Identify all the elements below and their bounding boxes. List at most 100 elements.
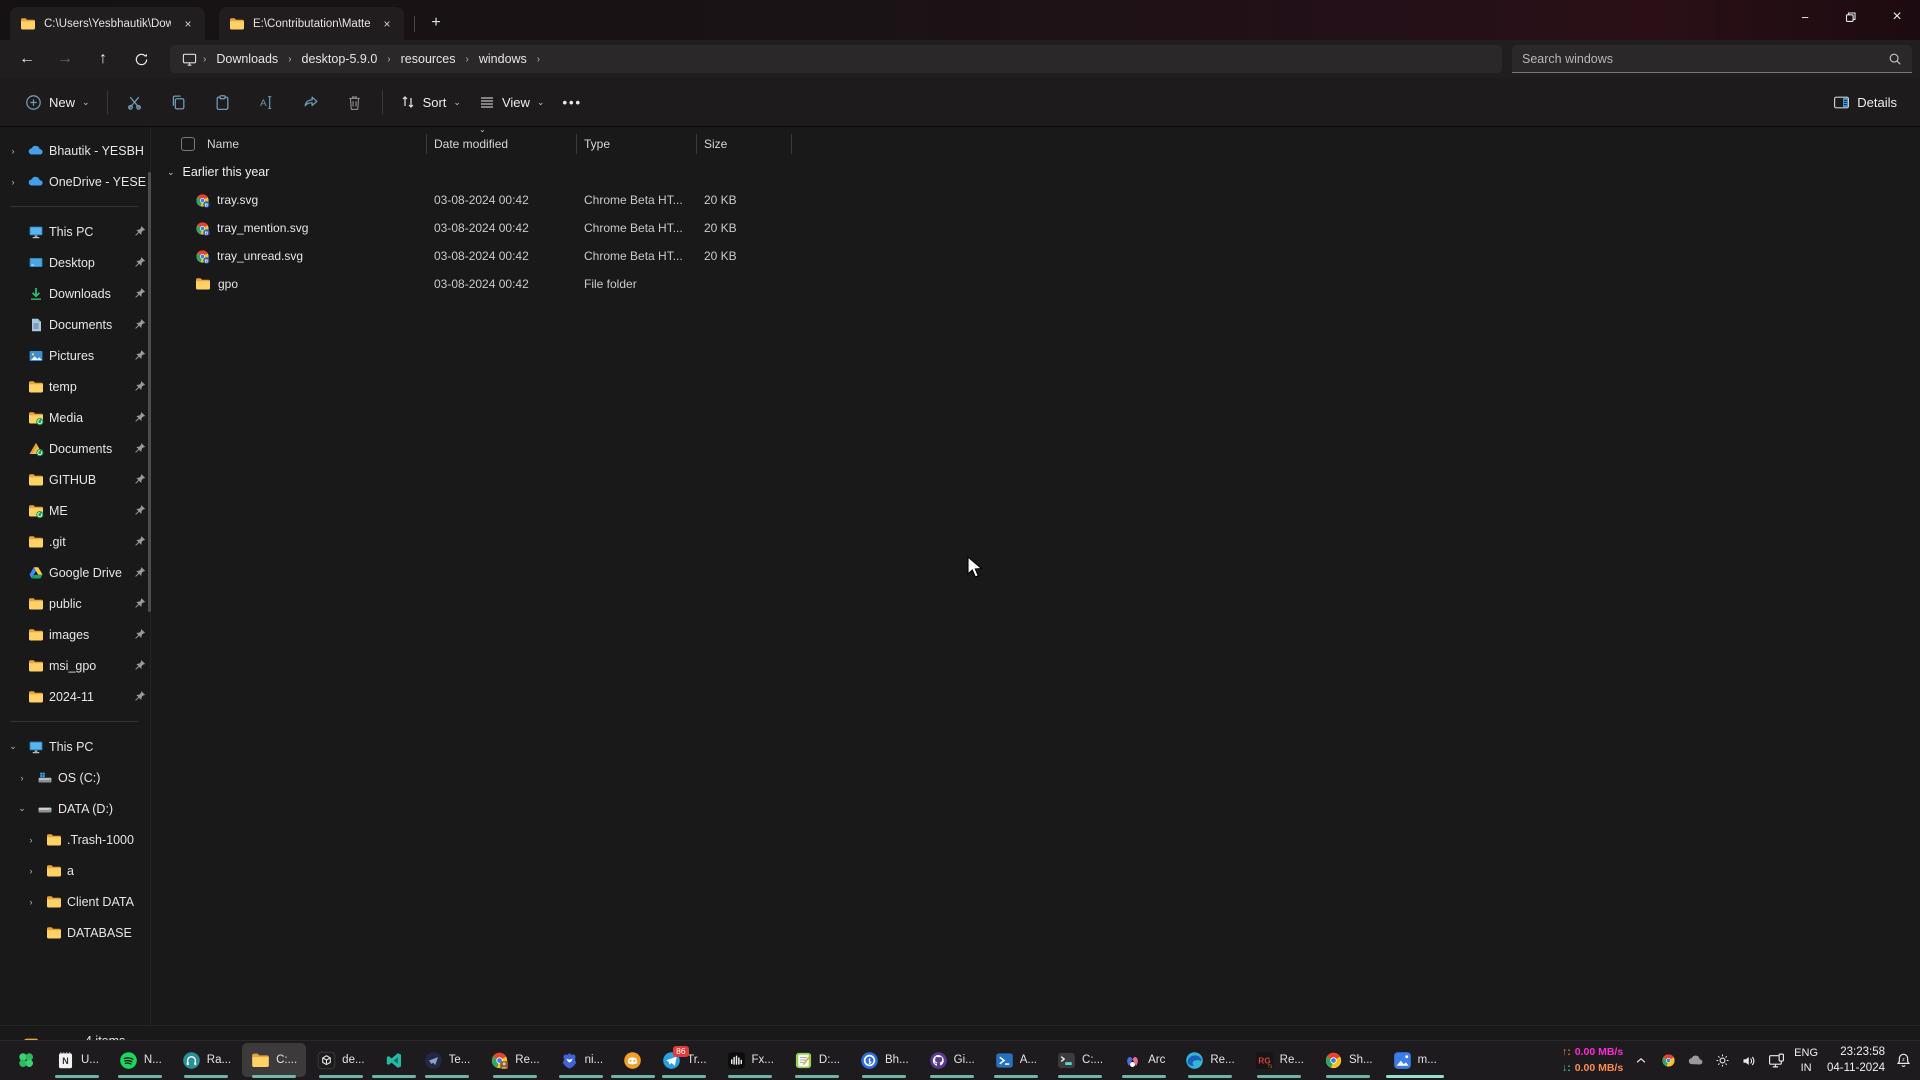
cut-button[interactable] — [116, 85, 154, 119]
file-row-gpo[interactable]: gpo03-08-2024 00:42File folder — [151, 270, 1920, 298]
sidebar-item-client-data[interactable]: ›Client DATA — [0, 886, 150, 917]
sidebar-item-this-pc[interactable]: ⌄This PC — [0, 731, 150, 762]
sidebar-item-google-drive[interactable]: Google Drive — [0, 557, 150, 588]
expand-chevron-icon[interactable]: › — [4, 146, 22, 156]
file-row-tray-unread-svg[interactable]: Btray_unread.svg03-08-2024 00:42Chrome B… — [151, 242, 1920, 270]
taskbar-app-dark-cube[interactable]: de... — [308, 1043, 373, 1077]
sidebar-item--git[interactable]: .git — [0, 526, 150, 557]
file-row-tray-mention-svg[interactable]: Btray_mention.svg03-08-2024 00:42Chrome … — [151, 214, 1920, 242]
explorer-tab-2[interactable]: E:\Contributation\Mattermost\× — [219, 7, 404, 40]
sidebar-item-public[interactable]: public — [0, 588, 150, 619]
copy-button[interactable] — [160, 85, 198, 119]
taskbar-app-file-explorer[interactable]: C:... — [242, 1043, 306, 1077]
taskbar-app-edge[interactable]: Re... — [1176, 1043, 1243, 1077]
taskbar-app-telegram-dark[interactable]: Te... — [415, 1043, 480, 1077]
volume-icon[interactable] — [1740, 1052, 1758, 1070]
chrome-tray-icon[interactable] — [1659, 1052, 1677, 1070]
sidebar-item-me[interactable]: ME — [0, 495, 150, 526]
group-collapse-chevron-icon[interactable]: ⌄ — [167, 167, 175, 178]
sidebar-item-os-c-[interactable]: ›OS (C:) — [0, 762, 150, 793]
restore-button[interactable] — [1828, 0, 1874, 34]
tray-expand-chevron-icon[interactable] — [1632, 1052, 1650, 1070]
expand-chevron-icon[interactable]: › — [13, 773, 31, 783]
view-button[interactable]: View ⌄ — [470, 87, 554, 117]
breadcrumb-segment[interactable]: windows — [471, 49, 535, 69]
search-input[interactable] — [1522, 52, 1852, 66]
sidebar-item-data-d-[interactable]: ⌄DATA (D:) — [0, 793, 150, 824]
clock[interactable]: 23:23:58 04-11-2024 — [1827, 1045, 1885, 1076]
network-speed-widget[interactable]: ↑:0.00 MB/s ↓:0.00 MB/s — [1562, 1045, 1623, 1075]
taskbar-app-start-clover[interactable] — [7, 1043, 45, 1077]
taskbar-app-powershell[interactable]: A... — [986, 1043, 1046, 1077]
close-button[interactable]: × — [1874, 0, 1920, 34]
brightness-icon[interactable] — [1713, 1052, 1731, 1070]
breadcrumb-chevron-icon[interactable]: › — [201, 54, 208, 65]
sidebar-item-documents[interactable]: Documents — [0, 433, 150, 464]
taskbar-app-discord[interactable] — [614, 1043, 651, 1077]
taskbar-app-shields[interactable]: Sh... — [1315, 1043, 1382, 1077]
sidebar-item-pictures[interactable]: Pictures — [0, 340, 150, 371]
taskbar-app-headphones[interactable]: Ra... — [173, 1043, 240, 1077]
sidebar-item-this-pc[interactable]: This PC — [0, 216, 150, 247]
taskbar-app-arc[interactable]: Arc — [1114, 1043, 1174, 1077]
tab-close-button[interactable]: × — [179, 15, 197, 33]
refresh-button[interactable] — [124, 45, 158, 73]
sidebar-item-onedrive-yese[interactable]: ›OneDrive - YESE — [0, 166, 150, 197]
taskbar-app-photos[interactable]: m... — [1384, 1043, 1446, 1077]
taskbar-app-terminal[interactable]: C:... — [1048, 1043, 1112, 1077]
see-more-button[interactable]: ••• — [553, 88, 591, 117]
paste-button[interactable] — [204, 85, 242, 119]
taskbar-app-telegram[interactable]: Tr...86 — [653, 1043, 715, 1077]
breadcrumb-chevron-icon[interactable]: › — [385, 54, 392, 65]
sidebar-item-downloads[interactable]: Downloads — [0, 278, 150, 309]
taskbar-app-brave-nightly[interactable]: ni... — [551, 1043, 613, 1077]
breadcrumb[interactable]: ›Downloads›desktop-5.9.0›resources›windo… — [170, 45, 1502, 73]
column-header-name[interactable]: Name — [181, 134, 427, 154]
file-row-tray-svg[interactable]: Btray.svg03-08-2024 00:42Chrome Beta HT.… — [151, 186, 1920, 214]
minimize-button[interactable]: − — [1782, 0, 1828, 34]
breadcrumb-chevron-icon[interactable]: › — [464, 54, 471, 65]
notification-bell-icon[interactable]: z — [1894, 1052, 1912, 1070]
new-button[interactable]: New ⌄ — [16, 87, 99, 118]
breadcrumb-segment[interactable]: Downloads — [208, 49, 286, 69]
delete-button[interactable] — [336, 85, 374, 119]
breadcrumb-chevron-icon[interactable]: › — [535, 54, 542, 65]
expand-chevron-icon[interactable]: › — [4, 177, 22, 187]
search-icon[interactable] — [1888, 52, 1902, 66]
sidebar-item-msi-gpo[interactable]: msi_gpo — [0, 650, 150, 681]
select-all-checkbox[interactable] — [181, 137, 195, 151]
sidebar-item-bhautik-yesbh[interactable]: ›Bhautik - YESBH — [0, 135, 150, 166]
column-header-size[interactable]: Size — [697, 134, 792, 154]
expand-chevron-icon[interactable]: › — [22, 897, 40, 907]
taskbar-app-vscode[interactable] — [376, 1043, 413, 1077]
sidebar-item-database[interactable]: DATABASE — [0, 917, 150, 948]
details-pane-button[interactable]: Details — [1824, 87, 1906, 118]
sidebar-item-desktop[interactable]: Desktop — [0, 247, 150, 278]
expand-chevron-icon[interactable]: ⌄ — [4, 741, 22, 752]
back-button[interactable]: ← — [10, 45, 44, 73]
forward-button[interactable]: → — [48, 45, 82, 73]
explorer-tab-1[interactable]: C:\Users\Yesbhautik\Downloa× — [10, 7, 205, 40]
breadcrumb-segment[interactable]: resources — [393, 49, 464, 69]
breadcrumb-chevron-icon[interactable]: › — [286, 54, 293, 65]
search-box[interactable] — [1512, 45, 1912, 73]
expand-chevron-icon[interactable]: ⌄ — [13, 803, 31, 814]
onedrive-gray-icon[interactable] — [1686, 1052, 1704, 1070]
taskbar-app-notepad[interactable]: NU... — [47, 1043, 108, 1077]
tab-close-button[interactable]: × — [378, 15, 396, 33]
sidebar-item--trash-1000[interactable]: ›.Trash-1000 — [0, 824, 150, 855]
taskbar-app-notepad-plus[interactable]: D:... — [785, 1043, 849, 1077]
taskbar-app-spotify[interactable]: N... — [110, 1043, 171, 1077]
share-button[interactable] — [292, 85, 330, 119]
up-button[interactable]: ↑ — [86, 45, 120, 73]
sidebar-item-2024-11[interactable]: 2024-11 — [0, 681, 150, 712]
breadcrumb-segment[interactable]: desktop-5.9.0 — [294, 49, 386, 69]
expand-chevron-icon[interactable]: › — [22, 835, 40, 845]
sidebar-item-github[interactable]: GITHUB — [0, 464, 150, 495]
taskbar-app-rg-app[interactable]: RG71Re... — [1246, 1043, 1313, 1077]
taskbar-app-equalizer[interactable]: Fx... — [718, 1043, 783, 1077]
column-header-type[interactable]: Type — [577, 134, 697, 154]
sidebar-item-documents[interactable]: Documents — [0, 309, 150, 340]
taskbar-app-github[interactable]: Gi... — [920, 1043, 984, 1077]
sidebar-item-images[interactable]: images — [0, 619, 150, 650]
